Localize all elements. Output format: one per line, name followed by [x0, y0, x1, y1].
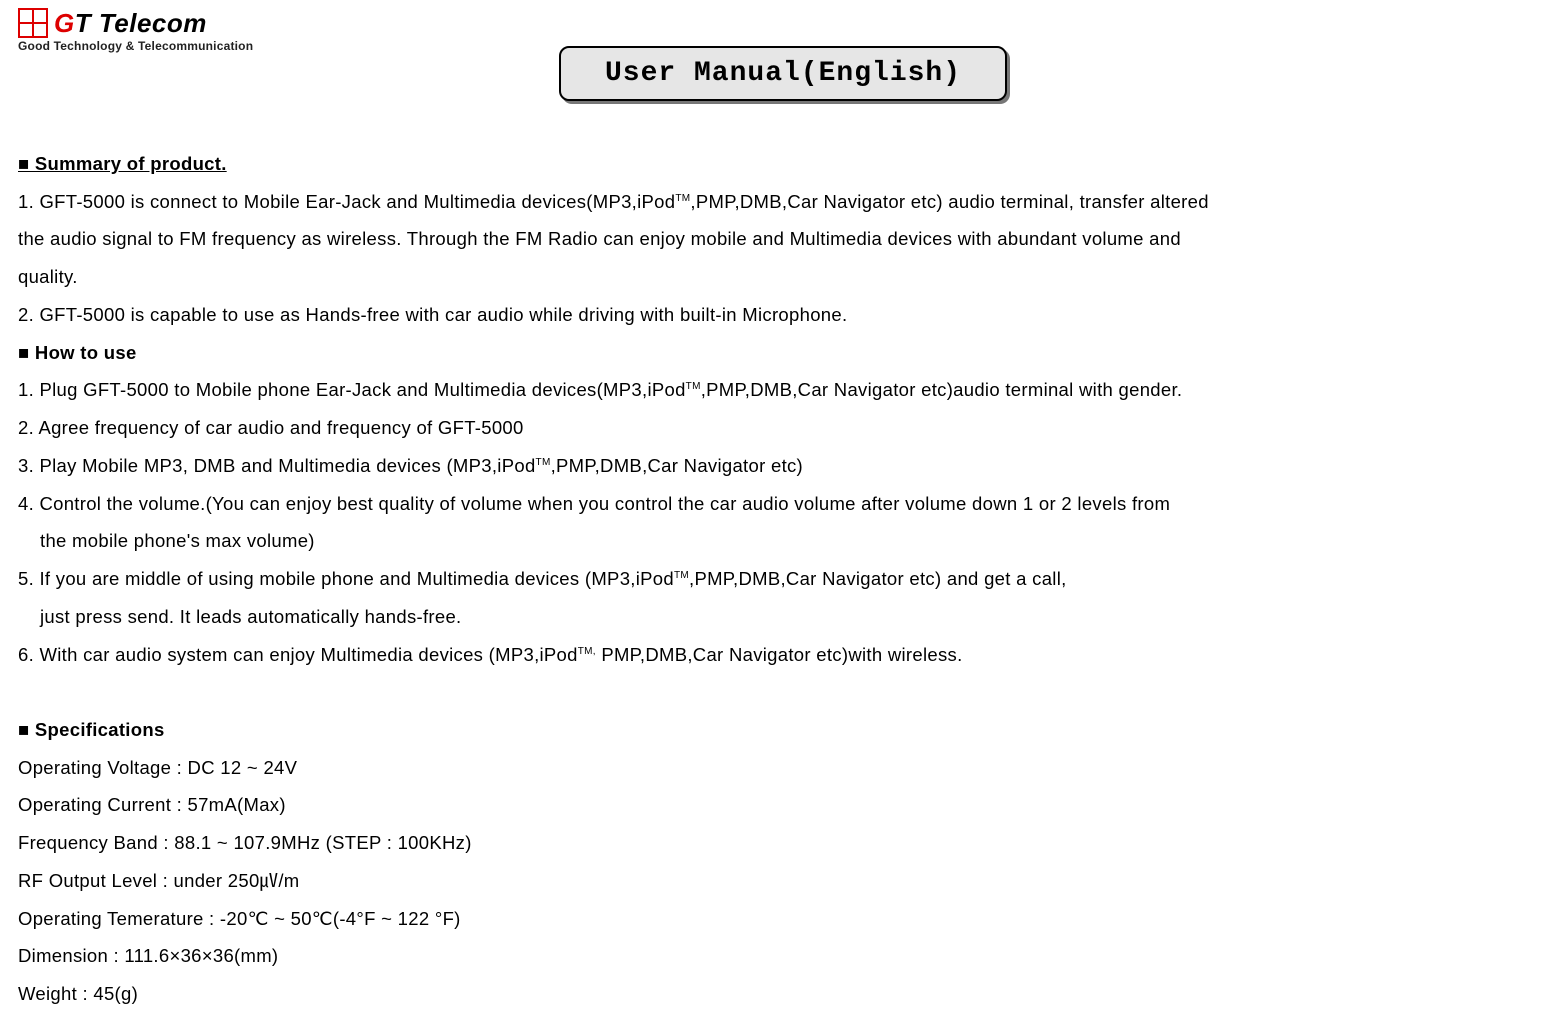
spacer — [18, 673, 1548, 711]
spec-frequency: Frequency Band : 88.1 ~ 107.9MHz (STEP :… — [18, 824, 1548, 862]
spec-rf-output: RF Output Level : under 250㎶/m — [18, 862, 1548, 900]
tm-mark: TM — [675, 193, 690, 204]
howto-step-4a: 4. Control the volume.(You can enjoy bes… — [18, 485, 1548, 523]
tm-mark: TM — [674, 570, 689, 581]
spec-temperature: Operating Temerature : -20℃ ~ 50℃(-4°F ~… — [18, 900, 1548, 938]
document-page: GT Telecom Good Technology & Telecommuni… — [0, 0, 1566, 1018]
howto-step-4b: the mobile phone's max volume) — [18, 522, 1548, 560]
logo-mark-icon — [18, 8, 48, 38]
spec-weight: Weight : 45(g) — [18, 975, 1548, 1013]
heading-summary: ■ Summary of product. — [18, 145, 1548, 183]
heading-howto: ■ How to use — [18, 334, 1548, 372]
howto-step-2: 2. Agree frequency of car audio and freq… — [18, 409, 1548, 447]
summary-line-3: quality. — [18, 258, 1548, 296]
tm-mark: TM — [686, 381, 701, 392]
heading-specs: ■ Specifications — [18, 711, 1548, 749]
howto-step-5a: 5. If you are middle of using mobile pho… — [18, 560, 1548, 598]
tm-mark: TM, — [578, 645, 596, 656]
summary-line-2: the audio signal to FM frequency as wire… — [18, 220, 1548, 258]
summary-line-1: 1. GFT-5000 is connect to Mobile Ear-Jac… — [18, 183, 1548, 221]
howto-step-6: 6. With car audio system can enjoy Multi… — [18, 636, 1548, 674]
page-title: User Manual(English) — [605, 58, 961, 89]
spec-voltage: Operating Voltage : DC 12 ~ 24V — [18, 749, 1548, 787]
title-container: User Manual(English) — [18, 46, 1548, 101]
howto-step-5b: just press send. It leads automatically … — [18, 598, 1548, 636]
howto-step-3: 3. Play Mobile MP3, DMB and Multimedia d… — [18, 447, 1548, 485]
howto-step-1: 1. Plug GFT-5000 to Mobile phone Ear-Jac… — [18, 371, 1548, 409]
tm-mark: TM — [536, 457, 551, 468]
document-body: ■ Summary of product. 1. GFT-5000 is con… — [18, 145, 1548, 1013]
logo-text: GT Telecom — [54, 10, 207, 36]
spec-current: Operating Current : 57mA(Max) — [18, 786, 1548, 824]
summary-line-4: 2. GFT-5000 is capable to use as Hands-f… — [18, 296, 1548, 334]
title-box: User Manual(English) — [559, 46, 1007, 101]
spec-dimension: Dimension : 111.6×36×36(mm) — [18, 937, 1548, 975]
logo-row: GT Telecom — [18, 8, 1548, 38]
